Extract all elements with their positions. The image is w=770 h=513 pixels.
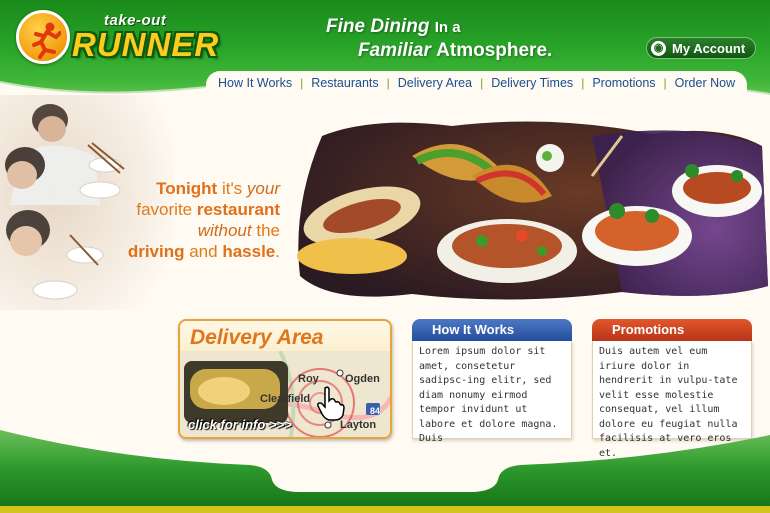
car-mirror-image	[184, 361, 288, 423]
main-nav: How It Works | Restaurants | Delivery Ar…	[206, 71, 748, 95]
nav-separator: |	[386, 76, 390, 90]
nav-separator: |	[663, 76, 667, 90]
tagline: Fine Dining In a Familiar Atmosphere.	[326, 16, 552, 62]
how-it-works-box: How It Works Lorem ipsum dolor sit amet,…	[412, 319, 572, 444]
my-account-button[interactable]: ◉ My Account	[646, 37, 756, 59]
hand-pointer-icon	[317, 386, 345, 421]
hero-and: and	[189, 242, 218, 261]
delivery-area-card[interactable]: Delivery Area Roy Ogden Clearfield Layto…	[178, 319, 392, 439]
tagline-atmosphere: Atmosphere.	[436, 40, 553, 61]
globe-icon: ◉	[651, 40, 666, 56]
nav-how-it-works[interactable]: How It Works	[218, 76, 292, 90]
map-label-ogden: Ogden	[345, 373, 380, 385]
promotions-text: Duis autem vel eum iriure dolor in hendr…	[592, 341, 752, 459]
nav-separator: |	[300, 76, 304, 90]
how-it-works-tab[interactable]: How It Works	[412, 319, 572, 341]
hero-period: .	[275, 242, 280, 261]
hero-without: without	[197, 221, 252, 240]
nav-order-now[interactable]: Order Now	[675, 76, 735, 90]
tagline-in-a: In a	[434, 19, 461, 36]
tagline-familiar: Familiar	[358, 40, 431, 61]
nav-separator: |	[581, 76, 585, 90]
hero-its: it's	[221, 179, 243, 198]
hero-favorite: favorite	[136, 200, 193, 219]
map-label-highway: 84	[370, 406, 381, 416]
promotions-box: Promotions Duis autem vel eum iriure dol…	[592, 319, 752, 459]
hero-hassle: hassle	[222, 242, 276, 261]
nav-separator: |	[480, 76, 484, 90]
promotions-tab[interactable]: Promotions	[592, 319, 752, 341]
page: take-out RUNNER Fine Dining In a Familia…	[0, 0, 770, 513]
map-label-clearfield: Clearfield	[260, 393, 311, 405]
logo-wordmark: RUNNER	[72, 26, 220, 63]
hero-driving: driving	[127, 242, 185, 261]
food-collage	[297, 121, 768, 300]
nav-restaurants[interactable]: Restaurants	[311, 76, 378, 90]
delivery-area-title: Delivery Area	[190, 326, 324, 349]
footer-band	[0, 430, 770, 513]
hero-your: your	[246, 179, 280, 198]
nav-delivery-times[interactable]: Delivery Times	[491, 76, 573, 90]
runner-icon	[32, 22, 61, 59]
tagline-fine-dining: Fine Dining	[326, 16, 430, 37]
hero-restaurant: restaurant	[196, 200, 280, 219]
logo[interactable]: take-out RUNNER	[16, 8, 226, 64]
logo-badge	[16, 10, 70, 64]
my-account-label: My Account	[672, 40, 746, 56]
hero-slogan: Tonight it's your favorite restaurant wi…	[110, 178, 280, 262]
how-it-works-text: Lorem ipsum dolor sit amet, consetetur s…	[412, 341, 572, 444]
map-label-roy: Roy	[298, 373, 319, 385]
hero-tonight: Tonight	[156, 179, 218, 198]
nav-promotions[interactable]: Promotions	[592, 76, 655, 90]
nav-delivery-area[interactable]: Delivery Area	[398, 76, 472, 90]
hero-the: the	[256, 221, 280, 240]
